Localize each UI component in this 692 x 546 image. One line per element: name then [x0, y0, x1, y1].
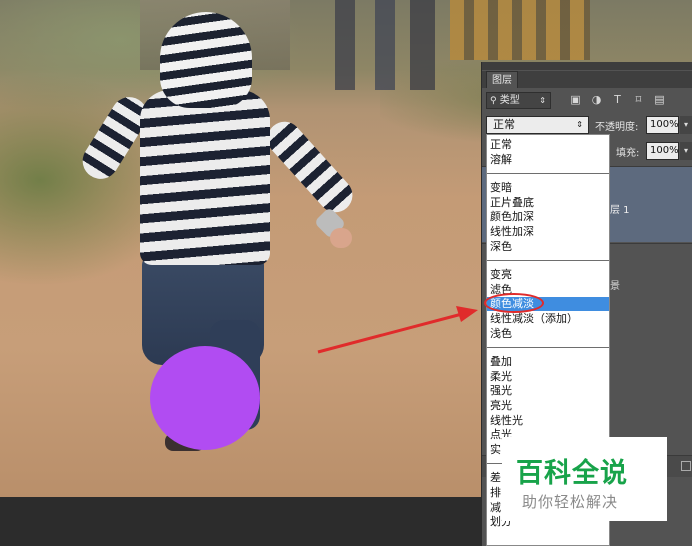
- arrow-head: [456, 306, 478, 322]
- watermark-subtitle: 助你轻松解决: [522, 493, 619, 511]
- screenshot: 图层 ⚲ 类型 ⇕ ▣ ◑ T ⌑ ▤ 正常 ⇕ 不透明度: 100% ▾ 填充…: [0, 0, 692, 546]
- arrow-line: [317, 312, 463, 354]
- watermark-logo: 百科全说 助你轻松解决: [502, 437, 667, 521]
- watermark-title: 百科全说: [516, 458, 628, 489]
